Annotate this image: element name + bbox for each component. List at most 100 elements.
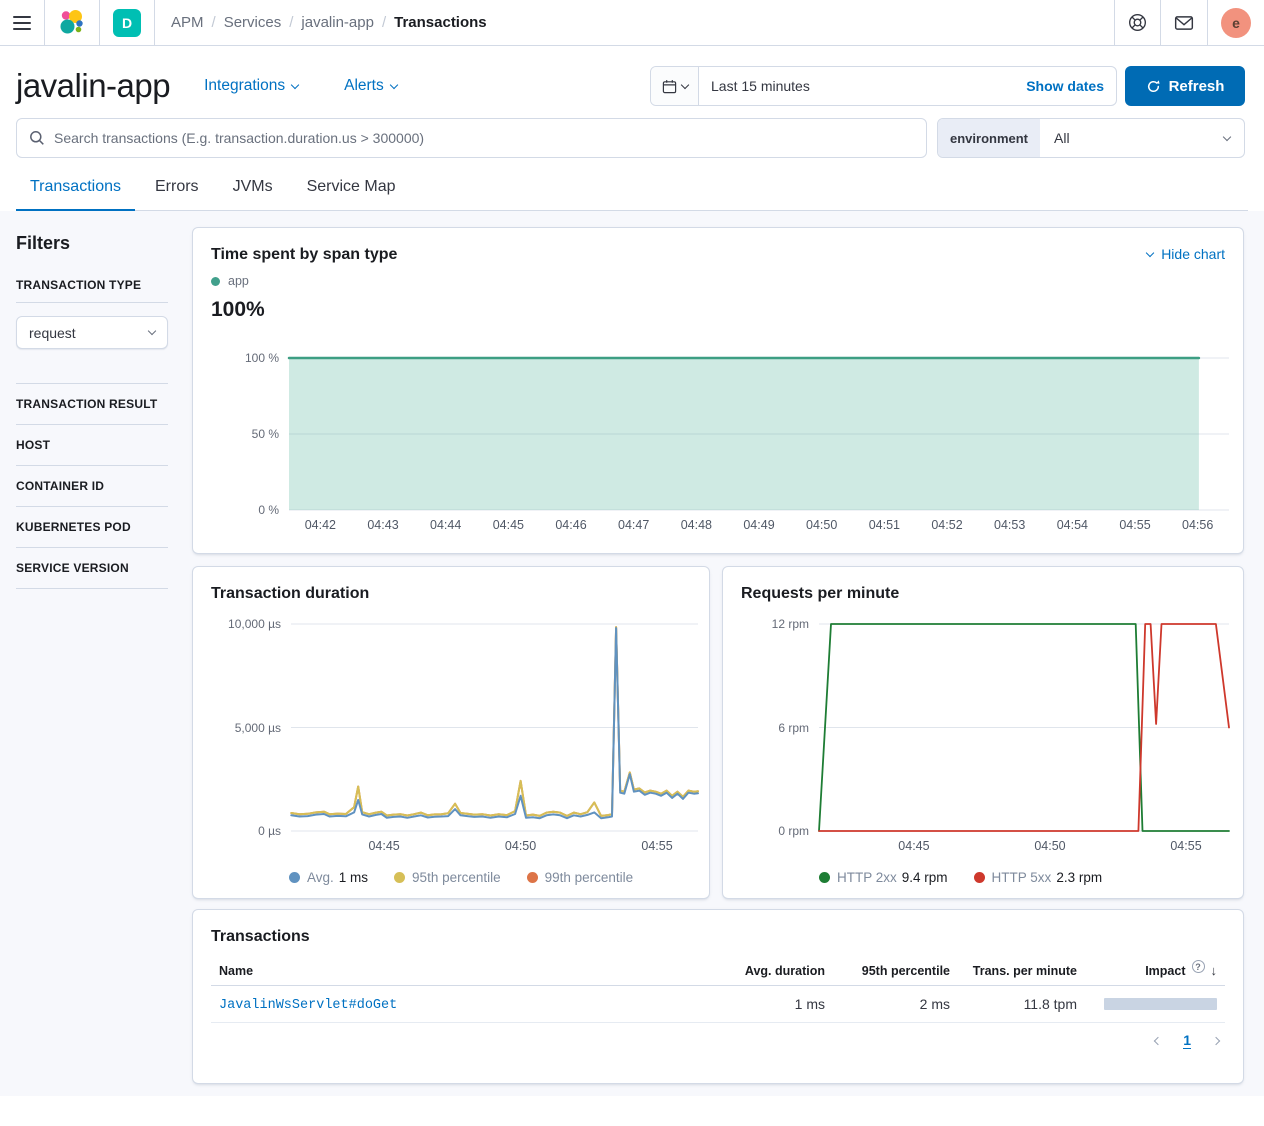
time-spent-legend[interactable]: app	[211, 274, 1225, 288]
legend-item-avg[interactable]: Avg. 1 ms	[289, 870, 368, 885]
transaction-link[interactable]: JavalinWsServlet#doGet	[219, 998, 397, 1013]
lifebuoy-icon	[1128, 13, 1147, 32]
facet-host[interactable]: HOST	[16, 425, 168, 466]
http5xx-legend-dot	[974, 872, 985, 883]
environment-label: environment	[938, 119, 1040, 157]
transaction-duration-card: Transaction duration 10,000 µs5,000 µs0 …	[192, 566, 710, 899]
requests-per-minute-card: Requests per minute 12 rpm6 rpm0 rpm04:4…	[722, 566, 1244, 899]
time-spent-title: Time spent by span type	[211, 246, 397, 264]
chevron-down-icon	[680, 80, 688, 88]
breadcrumb-separator: /	[382, 14, 386, 31]
pagination: 1	[211, 1032, 1225, 1049]
legend-item-http5xx[interactable]: HTTP 5xx 2.3 rpm	[974, 870, 1103, 885]
legend-item-p99[interactable]: 99th percentile	[527, 870, 634, 885]
chevron-down-icon	[148, 327, 156, 335]
integrations-dropdown[interactable]: Integrations	[204, 77, 298, 95]
legend-item-http2xx[interactable]: HTTP 2xx 9.4 rpm	[819, 870, 948, 885]
top-navigation-bar: D APM / Services / javalin-app / Transac…	[0, 0, 1264, 46]
breadcrumb-services[interactable]: Services	[224, 14, 282, 31]
transactions-table-title: Transactions	[211, 928, 310, 945]
http2xx-legend-dot	[819, 872, 830, 883]
requests-per-minute-chart[interactable]: 12 rpm6 rpm0 rpm04:4504:5004:55	[819, 624, 1229, 831]
newsfeed-button[interactable]	[1160, 0, 1207, 45]
space-switcher[interactable]: D	[100, 0, 155, 45]
page-number[interactable]: 1	[1183, 1032, 1191, 1049]
chevron-down-icon	[1146, 248, 1154, 256]
date-picker: Last 15 minutes Show dates	[650, 66, 1117, 106]
table-header-row: Name Avg. duration 95th percentile Trans…	[211, 956, 1225, 986]
facet-transaction-result[interactable]: TRANSACTION RESULT	[16, 384, 168, 425]
facet-list: TRANSACTION RESULT HOST CONTAINER ID KUB…	[16, 383, 168, 589]
space-badge: D	[113, 9, 141, 37]
legend-item-p95[interactable]: 95th percentile	[394, 870, 501, 885]
transaction-type-select[interactable]: request	[16, 316, 168, 349]
cell-tpm: 11.8 tpm	[950, 996, 1077, 1012]
p95-legend-dot	[394, 872, 405, 883]
tab-service-map[interactable]: Service Map	[293, 176, 410, 210]
page-title: javalin-app	[16, 67, 170, 105]
avg-legend-dot	[289, 872, 300, 883]
search-input[interactable]	[54, 130, 914, 146]
time-spent-card: Time spent by span type Hide chart app 1…	[192, 227, 1244, 554]
filters-title: Filters	[16, 233, 168, 254]
col-name[interactable]: Name	[211, 964, 705, 978]
impact-help-icon[interactable]: ?	[1192, 960, 1205, 973]
sort-desc-icon: ↓	[1211, 963, 1218, 978]
mail-icon	[1174, 14, 1194, 32]
breadcrumb-separator: /	[212, 14, 216, 31]
next-page-button[interactable]	[1212, 1036, 1220, 1044]
hide-chart-link[interactable]: Hide chart	[1147, 246, 1225, 262]
refresh-button[interactable]: Refresh	[1125, 66, 1245, 106]
tab-errors[interactable]: Errors	[141, 176, 213, 210]
rpm-legend: HTTP 2xx 9.4 rpm HTTP 5xx 2.3 rpm	[819, 870, 1102, 885]
alerts-dropdown[interactable]: Alerts	[344, 77, 397, 95]
p99-legend-dot	[527, 872, 538, 883]
calendar-menu-button[interactable]	[651, 67, 699, 105]
user-menu[interactable]: e	[1207, 0, 1264, 45]
time-spent-chart[interactable]: 100 %50 %0 %04:4204:4304:4404:4504:4604:…	[289, 358, 1229, 510]
transactions-table-card: Transactions Name Avg. duration 95th per…	[192, 909, 1244, 1084]
environment-select[interactable]: All	[1040, 119, 1244, 157]
breadcrumb-current: Transactions	[394, 14, 487, 31]
app-legend-dot	[211, 277, 220, 286]
menu-button[interactable]	[0, 0, 45, 45]
refresh-icon	[1146, 79, 1161, 94]
table-row: JavalinWsServlet#doGet 1 ms 2 ms 11.8 tp…	[211, 986, 1225, 1023]
search-box	[16, 118, 927, 158]
elastic-logo[interactable]	[45, 0, 100, 45]
transaction-duration-chart[interactable]: 10,000 µs5,000 µs0 µs04:4504:5004:55	[291, 624, 698, 831]
col-95th[interactable]: 95th percentile	[825, 964, 950, 978]
cell-95th: 2 ms	[825, 996, 950, 1012]
show-dates-link[interactable]: Show dates	[1026, 78, 1116, 94]
facet-kubernetes-pod[interactable]: KUBERNETES POD	[16, 507, 168, 548]
environment-filter: environment All	[937, 118, 1245, 158]
duration-legend: Avg. 1 ms 95th percentile 99th percentil…	[289, 870, 633, 885]
rpm-title: Requests per minute	[741, 585, 899, 602]
time-range-value[interactable]: Last 15 minutes	[699, 78, 1026, 94]
tab-bar: Transactions Errors JVMs Service Map	[16, 176, 1248, 211]
chevron-down-icon	[291, 80, 299, 88]
col-tpm[interactable]: Trans. per minute	[950, 964, 1077, 978]
facet-service-version[interactable]: SERVICE VERSION	[16, 548, 168, 589]
elastic-logo-icon	[58, 9, 86, 37]
col-impact[interactable]: Impact ? ↓	[1077, 963, 1225, 978]
main-content: Time spent by span type Hide chart app 1…	[192, 227, 1244, 1084]
transaction-type-label: TRANSACTION TYPE	[16, 278, 168, 292]
avatar: e	[1221, 8, 1251, 38]
chevron-down-icon	[1223, 132, 1231, 140]
workspace: Filters TRANSACTION TYPE request TRANSAC…	[0, 211, 1264, 1096]
help-button[interactable]	[1114, 0, 1160, 45]
facet-container-id[interactable]: CONTAINER ID	[16, 466, 168, 507]
breadcrumb-service[interactable]: javalin-app	[301, 14, 374, 31]
tab-jvms[interactable]: JVMs	[219, 176, 287, 210]
search-row: environment All	[16, 118, 1245, 158]
search-icon	[29, 130, 45, 146]
service-header: javalin-app Integrations Alerts Last 15 …	[0, 46, 1264, 106]
breadcrumb-separator: /	[289, 14, 293, 31]
time-spent-max-value: 100%	[211, 298, 1225, 322]
impact-bar	[1104, 998, 1217, 1010]
previous-page-button[interactable]	[1154, 1036, 1162, 1044]
breadcrumb-apm[interactable]: APM	[171, 14, 204, 31]
tab-transactions[interactable]: Transactions	[16, 176, 135, 211]
col-avg-duration[interactable]: Avg. duration	[705, 964, 825, 978]
